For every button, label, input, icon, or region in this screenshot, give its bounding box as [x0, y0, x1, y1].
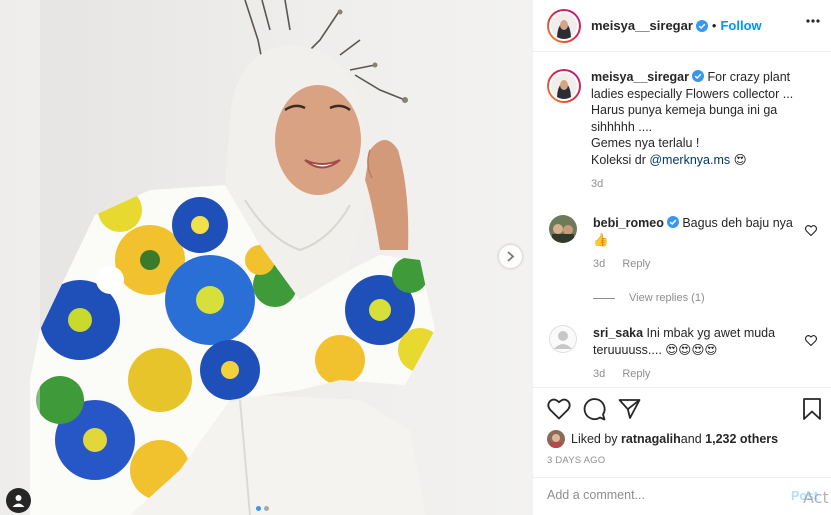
- comment-username[interactable]: sri_saka: [593, 326, 643, 340]
- liked-by: Liked by ratnagalih and 1,232 others: [547, 430, 778, 448]
- comment-meta: 3d Reply: [593, 256, 793, 273]
- default-avatar-icon: [549, 325, 577, 353]
- comment-body: bebi_romeo Bagus deh baju nya 👍 3d Reply: [593, 215, 793, 273]
- reply-button[interactable]: Reply: [622, 368, 650, 380]
- commenter-avatar[interactable]: [549, 325, 577, 353]
- caption-avatar-image: [551, 73, 577, 99]
- comment-body: sri_saka Ini mbak yg awet muda teruuuuss…: [593, 325, 793, 383]
- view-replies-button[interactable]: View replies (1): [593, 292, 705, 304]
- carousel-dot: [264, 506, 269, 511]
- view-replies-line: [593, 297, 615, 299]
- post-timestamp[interactable]: 3 DAYS AGO: [547, 455, 605, 466]
- caption-line: Harus punya kemeja bunga ini ga: [591, 103, 778, 117]
- chevron-right-icon: [507, 251, 515, 262]
- caption-mention-link[interactable]: @merknya.ms: [649, 153, 730, 167]
- comment-bubble-icon[interactable]: [583, 398, 606, 421]
- caption-username[interactable]: meisya__siregar: [591, 70, 689, 84]
- caption-line: Gemes nya terlalu !: [591, 136, 700, 150]
- post-image: [0, 0, 532, 515]
- liked-by-user[interactable]: ratnagalih: [621, 432, 681, 446]
- comment-like-icon[interactable]: [805, 335, 817, 346]
- caption-text: meisya__siregar For crazy plant ladies e…: [591, 69, 817, 193]
- add-comment-bar: Post Act: [533, 477, 831, 515]
- comment-text: Bagus deh baju nya: [682, 216, 793, 230]
- caption-time[interactable]: 3d: [591, 178, 603, 190]
- carousel-indicator: [256, 506, 269, 511]
- comment-username[interactable]: bebi_romeo: [593, 216, 664, 230]
- comment-item: bebi_romeo Bagus deh baju nya 👍 3d Reply: [547, 215, 817, 273]
- post-actions: Liked by ratnagalih and 1,232 others 3 D…: [533, 387, 831, 475]
- commenter-avatar[interactable]: [549, 215, 577, 243]
- post-sidebar: meisya__siregar • Follow meisya__siregar…: [532, 0, 831, 515]
- paper-plane-icon[interactable]: [618, 398, 641, 420]
- author-username[interactable]: meisya__siregar: [591, 18, 693, 33]
- caption-author-avatar[interactable]: [547, 69, 581, 103]
- caption-line: For crazy plant: [707, 70, 791, 84]
- comment-input[interactable]: [547, 488, 772, 502]
- comment-emoji: 👍: [593, 232, 609, 247]
- caption-line: ladies especially Flowers collector ...: [591, 86, 794, 101]
- caption-line: Koleksi dr: [591, 152, 650, 167]
- liked-by-middle: and: [680, 432, 702, 446]
- author-avatar-image: [551, 12, 577, 39]
- activate-windows-watermark: Act: [803, 488, 829, 507]
- post-photo[interactable]: [0, 0, 532, 515]
- verified-badge-icon: [692, 70, 704, 82]
- comment-emoji: 😍😍😍😍: [665, 342, 718, 357]
- verified-badge-icon: [666, 216, 679, 228]
- more-horizontal-icon[interactable]: [806, 19, 820, 23]
- caption-line: sihhhhh ....: [591, 119, 653, 134]
- comments-list[interactable]: meisya__siregar For crazy plant ladies e…: [533, 53, 831, 387]
- verified-badge-icon: [695, 19, 708, 32]
- next-slide-button[interactable]: [499, 245, 522, 268]
- comment-meta: 3d Reply: [593, 366, 793, 383]
- reply-button[interactable]: Reply: [622, 258, 650, 270]
- comment-item: sri_saka Ini mbak yg awet muda teruuuuss…: [547, 325, 817, 383]
- bookmark-icon[interactable]: [802, 398, 822, 420]
- commenter-avatar-image: [549, 215, 577, 243]
- tagged-users-button[interactable]: [6, 488, 31, 513]
- carousel-dot-active: [256, 506, 261, 511]
- post-caption: meisya__siregar For crazy plant ladies e…: [547, 69, 817, 193]
- comment-time[interactable]: 3d: [593, 258, 605, 270]
- follow-button[interactable]: Follow: [720, 18, 761, 33]
- liker-avatar[interactable]: [547, 430, 565, 448]
- caption-meta: 3d: [591, 176, 817, 193]
- liker-avatar-image: [547, 430, 565, 448]
- separator-dot: •: [711, 18, 717, 33]
- comment-time[interactable]: 3d: [593, 368, 605, 380]
- post-header: meisya__siregar • Follow: [533, 0, 831, 52]
- caption-emoji: 😍: [733, 152, 747, 167]
- user-tag-icon: [12, 495, 25, 507]
- likes-count-link[interactable]: 1,232 others: [705, 432, 778, 446]
- comment-like-icon[interactable]: [805, 225, 817, 236]
- author-avatar[interactable]: [547, 8, 581, 43]
- heart-icon[interactable]: [547, 398, 571, 420]
- view-replies-label: View replies (1): [629, 292, 705, 304]
- liked-by-prefix: Liked by: [571, 432, 618, 446]
